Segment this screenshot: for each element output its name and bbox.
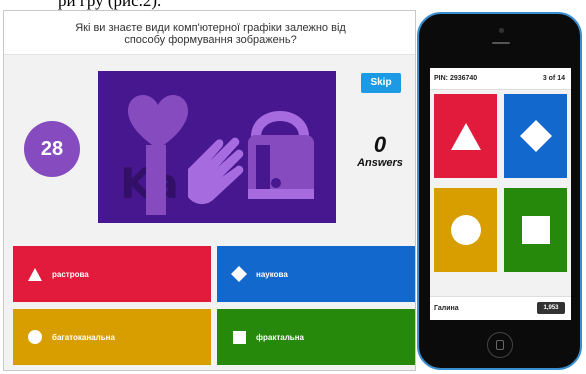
phone-screen: PIN: 2936740 3 of 14 Галина 1,953 [430, 68, 571, 320]
answers-counter: 0 Answers [344, 132, 415, 170]
media-illustration [128, 94, 314, 215]
answer-option-green[interactable]: фрактальна [217, 309, 415, 365]
triangle-icon [450, 122, 481, 150]
basket-knob [271, 178, 281, 188]
question-line-1: Які ви знаєте види комп'ютерної графіки … [75, 22, 346, 34]
skip-button[interactable]: Skip [361, 73, 401, 93]
circle-icon [450, 215, 481, 245]
circle-icon [27, 329, 43, 345]
basket-band [256, 145, 270, 191]
question-header: Які ви знаєте види комп'ютерної графіки … [4, 11, 415, 55]
heart-shape [128, 94, 188, 149]
phone-status-bar: PIN: 2936740 3 of 14 [430, 68, 571, 90]
diamond-icon [231, 266, 247, 282]
answers-count: 0 [373, 132, 387, 157]
square-icon [231, 329, 247, 345]
phone-answer-blue[interactable] [504, 94, 567, 178]
game-pin: PIN: 2936740 [434, 75, 478, 82]
answer-option-label: растрова [52, 269, 89, 279]
triangle-icon [27, 266, 43, 282]
answers-label: Answers [357, 157, 403, 169]
phone-answer-red[interactable] [434, 94, 497, 178]
diamond-icon [519, 120, 552, 152]
home-icon [496, 340, 504, 350]
player-name: Галина [434, 305, 459, 312]
answer-option-label: фрактальна [256, 332, 304, 342]
media-stem [146, 145, 166, 215]
phone-camera [499, 28, 504, 33]
answer-option-label: наукова [256, 269, 288, 279]
answer-option-label: багатоканальна [52, 332, 115, 342]
answer-option-red[interactable]: растрова [13, 246, 211, 302]
question-progress: 3 of 14 [542, 75, 565, 82]
countdown-timer: 28 [24, 121, 80, 177]
question-media: Ka [98, 71, 336, 223]
hand-shape [188, 137, 244, 205]
answer-option-blue[interactable]: наукова [217, 246, 415, 302]
phone-answer-yellow[interactable] [434, 188, 497, 272]
player-score: 1,953 [537, 302, 565, 314]
square-icon [521, 216, 550, 244]
phone-speaker [492, 42, 510, 44]
phone-device: PIN: 2936740 3 of 14 Галина 1,953 [417, 12, 582, 370]
game-screen: Які ви знаєте види комп'ютерної графіки … [3, 10, 416, 371]
basket-base [248, 189, 314, 199]
phone-home-button[interactable] [487, 332, 513, 358]
phone-answer-green[interactable] [504, 188, 567, 272]
basket-handle [251, 111, 309, 138]
answer-option-yellow[interactable]: багатоканальна [13, 309, 211, 365]
phone-player-bar: Галина 1,953 [430, 296, 571, 320]
question-line-2: способу формування зображень? [124, 34, 297, 46]
